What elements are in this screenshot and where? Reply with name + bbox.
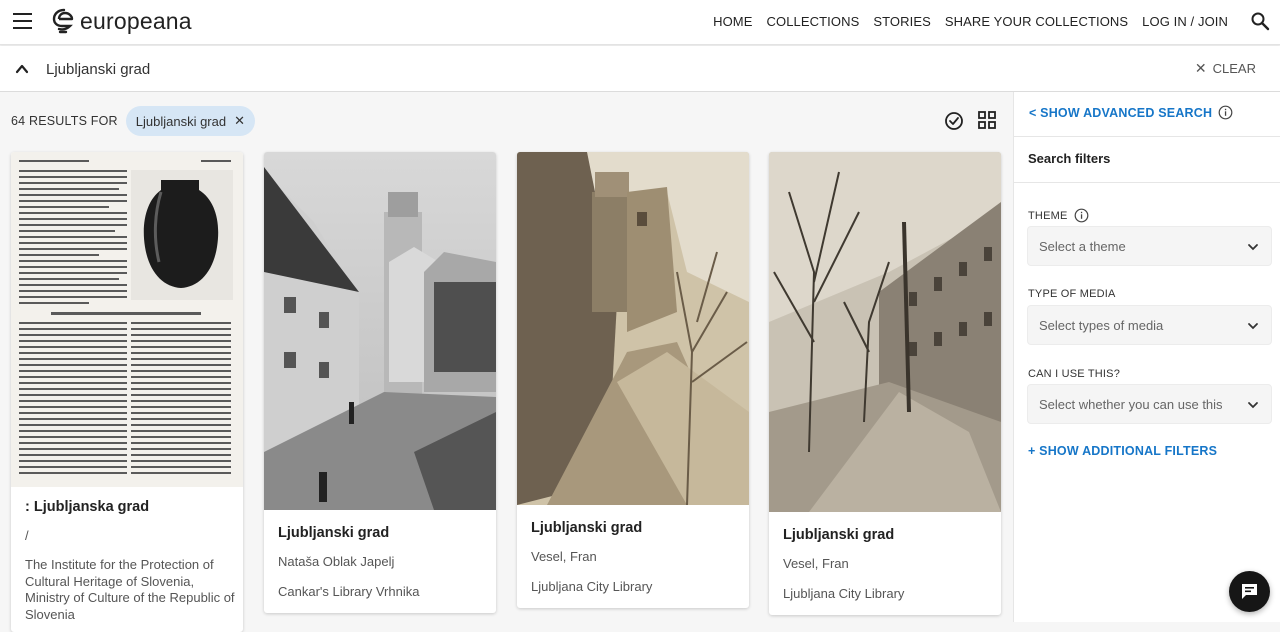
divider xyxy=(1014,136,1280,137)
card-line-2: The Institute for the Protection of Cult… xyxy=(25,557,235,622)
chip-label: Ljubljanski grad xyxy=(135,113,227,129)
nav-login[interactable]: LOG IN / JOIN xyxy=(1142,14,1228,29)
menu-icon[interactable] xyxy=(13,13,32,29)
close-icon[interactable]: ✕ xyxy=(234,113,245,129)
card-thumbnail xyxy=(11,152,243,487)
search-icon[interactable] xyxy=(1250,11,1270,31)
main-nav: HOME COLLECTIONS STORIES SHARE YOUR COLL… xyxy=(699,14,1228,29)
nav-collections[interactable]: COLLECTIONS xyxy=(767,14,860,29)
result-card[interactable]: Ljubljanski grad Vesel, Fran Ljubljana C… xyxy=(769,152,1001,615)
search-input[interactable] xyxy=(46,58,746,80)
europeana-logo-icon xyxy=(52,8,74,34)
card-line-1: / xyxy=(25,528,29,543)
show-advanced-search[interactable]: < SHOW ADVANCED SEARCH xyxy=(1029,105,1233,120)
select-check-icon[interactable] xyxy=(944,111,964,131)
rights-label: CAN I USE THIS? xyxy=(1028,368,1121,380)
clear-button[interactable]: ✕ CLEAR xyxy=(1195,60,1256,77)
filters-sidebar: < SHOW ADVANCED SEARCH Search filters TH… xyxy=(1013,92,1280,622)
nav-home[interactable]: HOME xyxy=(713,14,752,29)
result-card[interactable]: Ljubljanski grad Vesel, Fran Ljubljana C… xyxy=(517,152,749,608)
card-thumbnail xyxy=(264,152,496,510)
results-count: 64 RESULTS FOR xyxy=(11,114,118,128)
top-header: europeana HOME COLLECTIONS STORIES SHARE… xyxy=(0,0,1280,45)
results-header: 64 RESULTS FOR Ljubljanski grad ✕ xyxy=(11,106,256,136)
card-line-2: Ljubljana City Library xyxy=(531,579,653,594)
logo-text: europeana xyxy=(80,8,192,34)
search-bar: ✕ CLEAR xyxy=(0,46,1280,92)
europeana-logo[interactable]: europeana xyxy=(52,8,192,35)
chat-icon xyxy=(1242,584,1257,599)
card-line-1: Vesel, Fran xyxy=(783,556,849,571)
card-line-2: Cankar's Library Vrhnika xyxy=(278,584,420,599)
card-title[interactable]: Ljubljanski grad xyxy=(783,527,894,543)
result-card[interactable]: : Ljubljanska grad / The Institute for t… xyxy=(11,152,243,632)
theme-select-value: Select a theme xyxy=(1039,239,1126,254)
card-title[interactable]: Ljubljanski grad xyxy=(278,525,389,541)
grid-view-icon[interactable] xyxy=(978,111,996,129)
chevron-up-icon[interactable] xyxy=(15,62,29,76)
nav-share-collections[interactable]: SHARE YOUR COLLECTIONS xyxy=(945,14,1128,29)
close-icon: ✕ xyxy=(1194,60,1207,76)
clear-label: CLEAR xyxy=(1212,61,1256,76)
query-chip[interactable]: Ljubljanski grad ✕ xyxy=(125,106,256,136)
media-select-value: Select types of media xyxy=(1039,318,1164,333)
chat-button[interactable] xyxy=(1229,571,1270,612)
theme-label: THEME xyxy=(1028,208,1089,223)
theme-label-text: THEME xyxy=(1028,209,1068,222)
card-thumbnail xyxy=(769,152,1001,512)
chevron-down-icon xyxy=(1248,323,1258,330)
theme-select[interactable]: Select a theme xyxy=(1027,226,1272,266)
card-title[interactable]: Ljubljanski grad xyxy=(531,520,642,536)
advanced-search-label: < SHOW ADVANCED SEARCH xyxy=(1029,105,1213,120)
rights-select-value: Select whether you can use this xyxy=(1039,397,1223,412)
card-thumbnail xyxy=(517,152,749,505)
rights-select[interactable]: Select whether you can use this xyxy=(1027,384,1272,424)
info-icon[interactable] xyxy=(1218,105,1233,120)
chevron-down-icon xyxy=(1248,244,1258,251)
search-filters-title: Search filters xyxy=(1028,151,1111,166)
view-toggle xyxy=(944,111,1010,131)
show-additional-filters[interactable]: + SHOW ADDITIONAL FILTERS xyxy=(1028,444,1217,458)
card-title[interactable]: : Ljubljanska grad xyxy=(25,499,149,515)
divider xyxy=(1014,182,1280,183)
nav-stories[interactable]: STORIES xyxy=(873,14,931,29)
media-select[interactable]: Select types of media xyxy=(1027,305,1272,345)
card-line-2: Ljubljana City Library xyxy=(783,586,905,601)
chevron-down-icon xyxy=(1248,402,1258,409)
card-line-1: Vesel, Fran xyxy=(531,549,597,564)
info-icon[interactable] xyxy=(1074,208,1089,223)
media-label: TYPE OF MEDIA xyxy=(1028,288,1116,300)
card-line-1: Nataša Oblak Japelj xyxy=(278,554,395,569)
result-card[interactable]: Ljubljanski grad Nataša Oblak Japelj Can… xyxy=(264,152,496,613)
